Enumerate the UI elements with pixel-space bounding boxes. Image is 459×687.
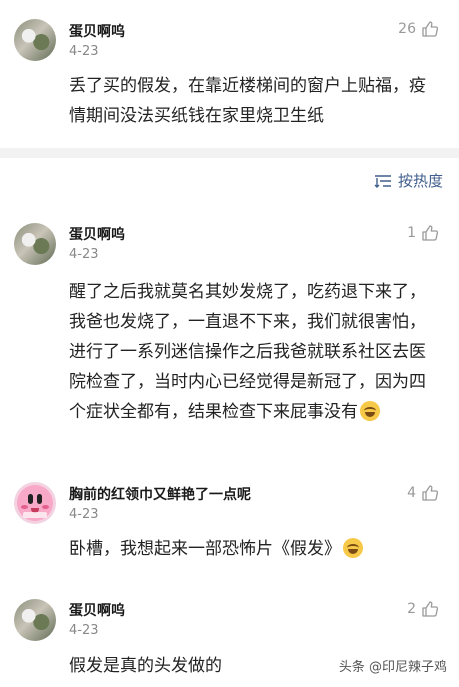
comment-text: 丢了买的假发，在靠近楼梯间的窗户上贴福，疫情期间没法买纸钱在家里烧卫生纸 [69, 76, 426, 126]
like-button[interactable]: 2 [407, 600, 439, 618]
thumbs-up-icon [422, 485, 439, 501]
avatar[interactable] [14, 19, 56, 61]
like-count: 26 [398, 21, 416, 37]
comment-username[interactable]: 胸前的红领巾又鲜艳了一点呢 [69, 484, 251, 504]
comment-item: 蛋贝啊呜 4-23 1 醒了之后我就莫名其妙发烧了，吃药退下来了，我爸也发烧了，… [0, 210, 459, 460]
sort-icon [374, 174, 391, 188]
thumbs-up-icon [422, 601, 439, 617]
section-divider [0, 148, 459, 158]
comment-username[interactable]: 蛋贝啊呜 [69, 600, 125, 620]
laughing-crying-emoji [360, 401, 380, 421]
watermark: 头条 @印尼辣子鸡 [334, 654, 451, 677]
comment-text: 卧槽，我想起来一部恐怖片《假发》 [69, 534, 441, 564]
comment-item: 蛋贝啊呜 4-23 26 丢了买的假发，在靠近楼梯间的窗户上贴福，疫情期间没法买… [0, 0, 459, 148]
like-count: 1 [407, 225, 416, 241]
comment-item: 胸前的红领巾又鲜艳了一点呢 4-23 4 卧槽，我想起来一部恐怖片《假发》 [0, 470, 459, 580]
laughing-crying-emoji [343, 538, 363, 558]
comment-username[interactable]: 蛋贝啊呜 [69, 224, 125, 244]
comment-username[interactable]: 蛋贝啊呜 [69, 21, 125, 41]
like-button[interactable]: 1 [407, 224, 439, 242]
thumbs-up-icon [422, 225, 439, 241]
thumbs-up-icon [422, 21, 439, 37]
comment-text-content: 卧槽，我想起来一部恐怖片《假发》 [69, 539, 341, 559]
like-count: 4 [407, 485, 416, 501]
like-button[interactable]: 26 [398, 20, 439, 38]
comment-date: 4-23 [69, 247, 99, 262]
avatar[interactable] [14, 223, 56, 265]
avatar[interactable] [14, 599, 56, 641]
comment-text: 醒了之后我就莫名其妙发烧了，吃药退下来了，我爸也发烧了，一直退不下来，我们就很害… [69, 277, 441, 427]
like-button[interactable]: 4 [407, 484, 439, 502]
sort-button[interactable]: 按热度 [374, 170, 443, 191]
like-count: 2 [407, 601, 416, 617]
comment-date: 4-23 [69, 623, 99, 638]
sort-label: 按热度 [397, 172, 443, 190]
avatar[interactable] [14, 482, 56, 524]
comment-date: 4-23 [69, 507, 99, 522]
comment-date: 4-23 [69, 44, 99, 59]
